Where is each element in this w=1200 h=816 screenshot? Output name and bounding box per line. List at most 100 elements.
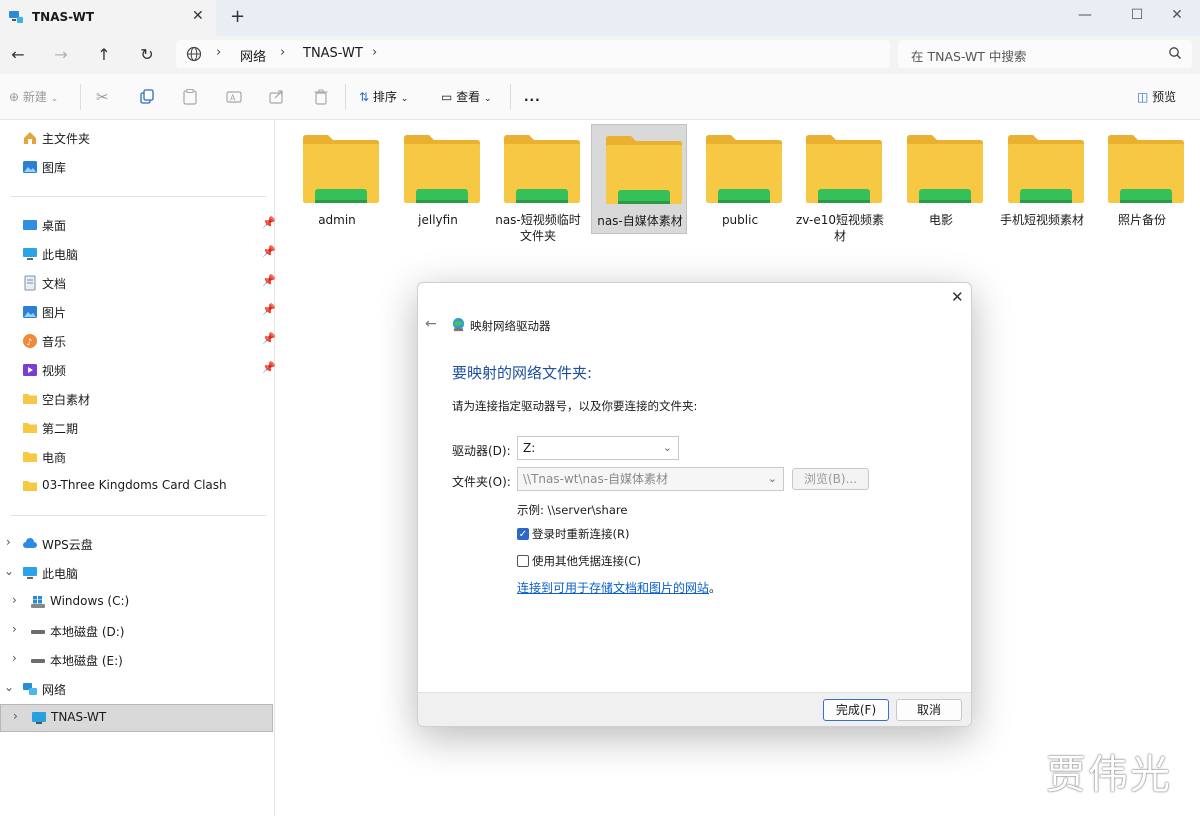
website-link-row: 连接到可用于存储文档和图片的网站。 xyxy=(517,579,721,596)
breadcrumb-network[interactable]: 网络 xyxy=(240,46,266,65)
folder-name: 照片备份 xyxy=(1117,213,1166,227)
link-suffix: 。 xyxy=(709,581,722,595)
sidebar-item-drive-e[interactable]: › 本地磁盘 (E:) xyxy=(0,647,270,673)
sidebar-item-label: 音乐 xyxy=(42,335,67,349)
sidebar-item-this-pc[interactable]: 此电脑 📌 xyxy=(4,241,276,267)
preview-pane-icon: ◫ xyxy=(1137,90,1149,104)
folder-name-line2: 材 xyxy=(833,229,846,243)
sidebar-item-wps-cloud[interactable]: › WPS云盘 xyxy=(0,531,270,557)
delete-icon[interactable] xyxy=(312,88,330,106)
paste-icon[interactable] xyxy=(181,88,199,106)
new-label: 新建 xyxy=(22,90,47,104)
close-icon[interactable]: ✕ xyxy=(951,288,964,306)
drive-label: 驱动器(D): xyxy=(452,444,511,458)
copy-icon[interactable] xyxy=(138,88,156,106)
other-credentials-checkbox[interactable] xyxy=(517,555,529,567)
sidebar-item-this-pc-tree[interactable]: ⌄ 此电脑 xyxy=(0,560,270,586)
drive-value: Z: xyxy=(523,441,536,455)
forward-arrow-icon[interactable]: → xyxy=(49,43,73,67)
chevron-right-icon[interactable]: › xyxy=(12,593,17,607)
view-button[interactable]: ▭ 查看 ⌄ xyxy=(441,86,492,108)
sidebar-item-drive-d[interactable]: › 本地磁盘 (D:) xyxy=(0,618,270,644)
divider xyxy=(10,515,266,516)
sidebar-item-music[interactable]: ♪ 音乐 📌 xyxy=(4,328,276,354)
address-bar[interactable]: › 网络 › TNAS-WT › xyxy=(176,40,890,68)
sidebar-item-tnas-wt[interactable]: › TNAS-WT xyxy=(0,704,273,732)
chevron-right-icon[interactable]: › xyxy=(13,709,18,723)
folder-path-combobox[interactable]: \\Tnas-wt\nas-自媒体素材 ⌄ xyxy=(517,467,784,491)
picture-icon xyxy=(23,306,37,318)
sidebar-item-videos[interactable]: 视频 📌 xyxy=(4,357,276,383)
share-icon[interactable] xyxy=(268,88,286,106)
sidebar-item-home[interactable]: 主文件夹 xyxy=(4,125,274,151)
folder-item[interactable]: nas-自媒体素材 xyxy=(591,124,687,234)
finish-button[interactable]: 完成(F) xyxy=(823,699,889,721)
folder-item[interactable]: jellyfin xyxy=(390,124,486,234)
minimize-icon[interactable]: — xyxy=(1062,0,1108,30)
chevron-right-icon[interactable]: › xyxy=(6,535,11,549)
folder-item[interactable]: nas-短视频临时 文件夹 xyxy=(490,124,586,243)
sidebar-item-folder[interactable]: 电商 xyxy=(4,444,274,470)
sidebar-item-label: 视频 xyxy=(42,364,67,378)
website-link[interactable]: 连接到可用于存储文档和图片的网站 xyxy=(517,581,709,595)
new-button[interactable]: ⊕ 新建 ⌄ xyxy=(9,86,58,108)
dialog-heading: 要映射的网络文件夹: xyxy=(452,364,593,382)
sidebar-item-folder[interactable]: 第二期 xyxy=(4,415,274,441)
network-computer-icon xyxy=(32,712,46,724)
folder-item[interactable]: public xyxy=(692,124,788,234)
computer-icon xyxy=(23,567,37,579)
sidebar-item-folder[interactable]: 03-Three Kingdoms Card Clash xyxy=(4,473,274,499)
preview-pane-button[interactable]: ◫ 预览 xyxy=(1137,86,1176,108)
reconnect-checkbox[interactable]: ✓ xyxy=(517,528,529,540)
sidebar-item-documents[interactable]: 文档 📌 xyxy=(4,270,276,296)
sidebar-item-network[interactable]: ⌄ 网络 xyxy=(0,676,270,702)
cut-icon[interactable]: ✂ xyxy=(96,86,109,108)
chevron-down-icon: ⌄ xyxy=(662,441,672,454)
back-arrow-icon[interactable]: ← xyxy=(425,316,437,332)
cancel-button[interactable]: 取消 xyxy=(896,699,962,721)
close-window-icon[interactable]: ✕ xyxy=(1154,0,1200,30)
disk-drive-icon xyxy=(31,630,45,634)
nas-folder-icon xyxy=(907,135,983,203)
folder-name-line2: 文件夹 xyxy=(519,229,556,243)
folder-item[interactable]: zv-e10短视频素材 xyxy=(792,124,888,243)
view-label: 查看 xyxy=(456,90,481,104)
folder-label: 文件夹(O): xyxy=(452,475,511,489)
drive-letter-select[interactable]: Z: ⌄ xyxy=(517,436,679,460)
breadcrumb-tnas-wt[interactable]: TNAS-WT xyxy=(303,46,363,61)
browse-button[interactable]: 浏览(B)... xyxy=(792,468,869,490)
sidebar-item-drive-c[interactable]: › Windows (C:) xyxy=(0,589,270,615)
chevron-down-icon[interactable]: ⌄ xyxy=(4,680,14,694)
chevron-right-icon[interactable]: › xyxy=(12,622,17,636)
sort-button[interactable]: ⇅ 排序 ⌄ xyxy=(359,86,408,108)
new-tab-button[interactable]: + xyxy=(230,6,245,27)
search-box[interactable]: 在 TNAS-WT 中搜索 xyxy=(898,40,1192,68)
pin-icon: 📌 xyxy=(262,274,276,287)
up-arrow-icon[interactable]: ↑ xyxy=(92,43,116,67)
close-tab-icon[interactable]: ✕ xyxy=(192,8,204,24)
sidebar-item-gallery[interactable]: 图库 xyxy=(4,154,274,180)
folder-item[interactable]: 电影 xyxy=(893,124,989,234)
chevron-down-icon[interactable]: ⌄ xyxy=(4,564,14,578)
rename-icon[interactable]: A xyxy=(225,88,243,106)
folder-item[interactable]: 照片备份 xyxy=(1094,124,1190,234)
sidebar-item-desktop[interactable]: 桌面 📌 xyxy=(4,212,276,238)
cloud-icon xyxy=(23,538,37,548)
video-icon xyxy=(23,364,37,376)
chevron-right-icon: › xyxy=(280,45,286,60)
sidebar-item-folder[interactable]: 空白素材 xyxy=(4,386,274,412)
map-network-drive-dialog: ✕ ← 映射网络驱动器 要映射的网络文件夹: 请为连接指定驱动器号，以及你要连接… xyxy=(417,282,972,727)
folder-item[interactable]: admin xyxy=(289,124,385,234)
svg-text:A: A xyxy=(230,94,236,103)
sidebar-item-pictures[interactable]: 图片 📌 xyxy=(4,299,276,325)
music-icon: ♪ xyxy=(23,334,37,348)
back-arrow-icon[interactable]: ← xyxy=(6,43,30,67)
chevron-right-icon[interactable]: › xyxy=(12,651,17,665)
folder-item[interactable]: 手机短视频素材 xyxy=(994,124,1090,234)
globe-icon xyxy=(186,46,202,62)
refresh-icon[interactable]: ↻ xyxy=(135,43,159,67)
tab-tnas-wt[interactable]: TNAS-WT ✕ xyxy=(0,0,216,36)
windows-drive-icon xyxy=(31,596,45,608)
more-options-button[interactable]: ... xyxy=(524,86,541,108)
svg-text:♪: ♪ xyxy=(27,338,33,348)
